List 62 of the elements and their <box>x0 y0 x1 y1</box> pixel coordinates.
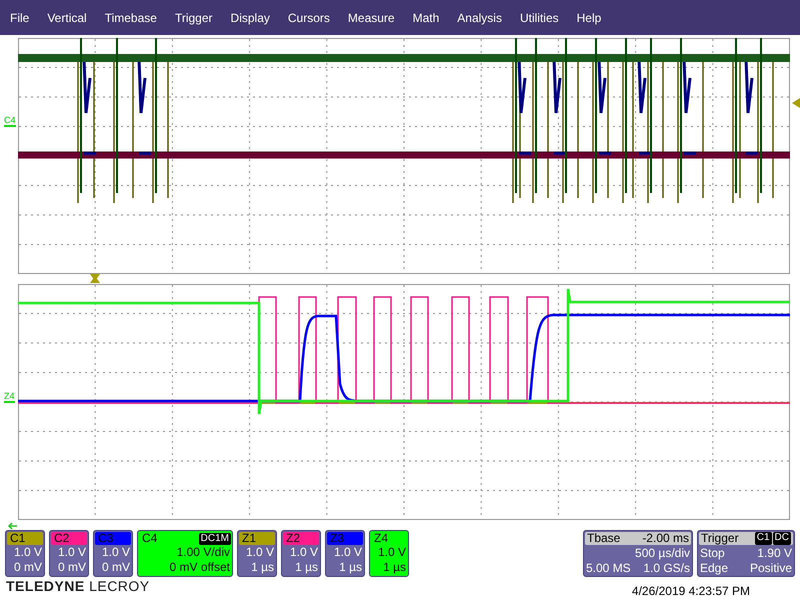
channel-descriptor[interactable]: Z1 1.0 V 1 µs <box>237 530 277 577</box>
channel-name: Z2 <box>283 532 319 545</box>
trigger-level: 1.90 V <box>757 546 792 561</box>
menu-item[interactable]: Measure <box>348 10 395 24</box>
channel-scale: 1.0 V <box>244 545 275 560</box>
channel-descriptor[interactable]: C1 1.0 V 0 mV <box>5 530 45 577</box>
timebase-scale: 500 µs/div <box>635 546 690 561</box>
trigger-title: Trigger <box>701 532 739 545</box>
trigger-level-icon <box>792 98 800 108</box>
trigger-descriptor[interactable]: Trigger C1 DC Stop 1.90 V Edge Positive <box>697 530 795 577</box>
menu-item[interactable]: Display <box>230 10 270 24</box>
timebase-descriptor[interactable]: Tbase -2.00 ms 500 µs/div 5.00 MS 1.0 GS/s <box>583 530 693 577</box>
channel-name: Z3 <box>327 532 363 545</box>
brand-logo: TELEDYNE LECROY <box>6 578 150 594</box>
channel-scale: 1.0 V <box>12 545 43 560</box>
arrow-left-icon <box>8 522 18 530</box>
menu-item[interactable]: Help <box>576 10 602 24</box>
menu-item[interactable]: Vertical <box>47 10 87 24</box>
timebase-title: Tbase <box>587 532 620 545</box>
channel-offset: 1 µs <box>338 560 363 575</box>
channel-scale: 1.0 V <box>288 545 319 560</box>
channel-offset: 1 µs <box>250 560 275 575</box>
channel-scale: 1.00 V/div <box>176 545 231 560</box>
sample-count: 5.00 MS <box>586 561 631 576</box>
channel-descriptor[interactable]: C2 1.0 V 0 mV <box>49 530 89 577</box>
trigger-badge: DC <box>772 532 791 545</box>
coupling-badge: DC1M <box>198 532 231 544</box>
trigger-mode: Stop <box>700 546 725 561</box>
channel-scale: 1.0 V <box>376 545 407 560</box>
menu-item[interactable]: Math <box>412 10 440 24</box>
channel-offset: 1 µs <box>294 560 319 575</box>
trigger-type: Edge <box>700 561 728 576</box>
channel-descriptor[interactable]: C4 DC1M 1.00 V/div 0 mV offset <box>137 530 233 577</box>
channel-offset: 0 mV <box>56 560 87 575</box>
channel-name: Z1 <box>239 532 275 545</box>
trigger-slope: Positive <box>750 561 792 576</box>
menu-item[interactable]: File <box>10 10 30 24</box>
sample-rate: 1.0 GS/s <box>643 561 690 576</box>
channel-offset: 0 mV offset <box>168 560 231 575</box>
menu-item[interactable]: Cursors <box>288 10 330 24</box>
timestamp: 4/26/2019 4:23:57 PM <box>632 584 750 598</box>
channel-descriptor[interactable]: Z2 1.0 V 1 µs <box>281 530 321 577</box>
channel-offset: 0 mV <box>12 560 43 575</box>
menu-item[interactable]: Utilities <box>520 10 559 24</box>
channel-descriptor[interactable]: Z3 1.0 V 1 µs <box>325 530 365 577</box>
trigger-badge: C1 <box>754 532 772 545</box>
channel-name: C1 <box>7 532 43 545</box>
menu-item[interactable]: Analysis <box>457 10 502 24</box>
channel-scale: 1.0 V <box>56 545 87 560</box>
channel-scale: 1.0 V <box>100 545 131 560</box>
channel-descriptor[interactable]: Z4 1.0 V 1 µs <box>369 530 409 577</box>
channel-offset: 0 mV <box>100 560 131 575</box>
channel-name: C3 <box>95 532 131 545</box>
trace-label: Z4 <box>4 392 15 403</box>
menu-item[interactable]: Trigger <box>174 10 213 24</box>
channel-descriptor[interactable]: C3 1.0 V 0 mV <box>93 530 133 577</box>
channel-name: C2 <box>51 532 87 545</box>
channel-scale: 1.0 V <box>332 545 363 560</box>
trace-label: C4 <box>4 116 16 127</box>
channel-offset: 1 µs <box>382 560 407 575</box>
timebase-delay: -2.00 ms <box>642 532 689 545</box>
menu-item[interactable]: Timebase <box>104 10 157 24</box>
